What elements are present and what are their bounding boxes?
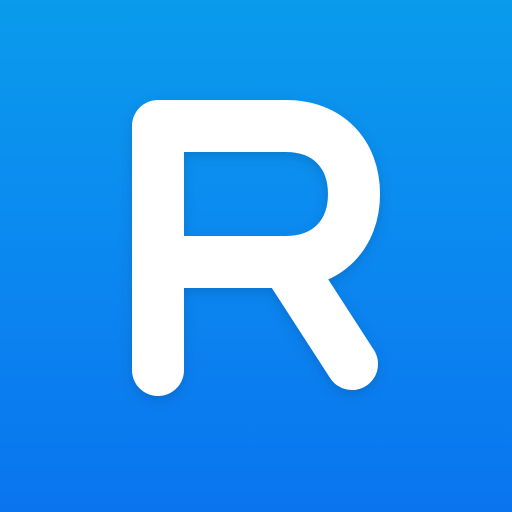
letter-r-leg [260,236,378,390]
app-icon-tile: R [0,0,512,512]
letter-r-icon: R [1,0,380,396]
icon-letter: R [1,0,2,2]
